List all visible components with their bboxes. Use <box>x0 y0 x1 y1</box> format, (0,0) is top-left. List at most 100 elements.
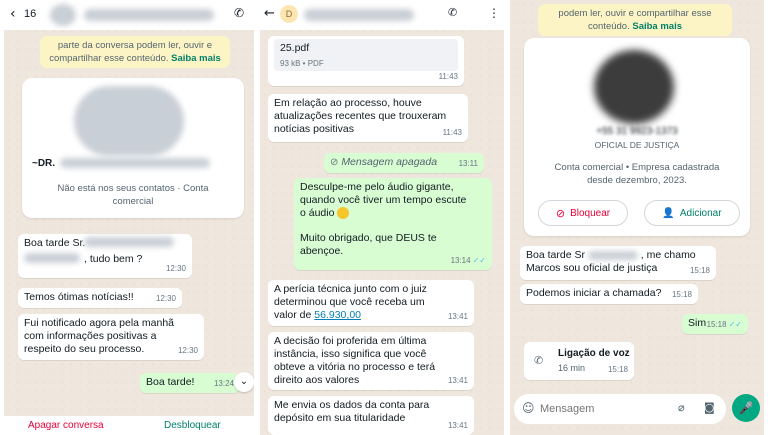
unblock-button[interactable]: Desbloquear <box>164 420 221 431</box>
camera-icon[interactable]: ◙ <box>704 401 715 414</box>
call-duration: 16 min <box>558 363 586 373</box>
message-text: Fui notificado agora pela manhã <box>24 317 175 329</box>
business-profile-card: +55 31 9923-1373 OFICIAL DE JUSTIÇA Cont… <box>524 38 750 236</box>
redacted-name <box>84 237 174 247</box>
message-text: valor de <box>274 309 312 321</box>
contact-card: ~DR. Não está nos seus contatos · Conta … <box>22 78 244 218</box>
file-message[interactable]: 25.pdf 93 kB • PDF 11:43 <box>268 36 464 86</box>
deleted-message[interactable]: ⊘ Mensagem apagada 13:11 <box>324 153 484 173</box>
message-text: Marcos sou oficial de justiça <box>526 262 658 274</box>
more-vert-icon[interactable]: ⋮ <box>488 6 500 20</box>
scroll-down-button[interactable]: ⌄ <box>234 372 254 392</box>
contact-name: ~DR. <box>32 158 56 169</box>
message-text: atualizações recentes que trouxeram <box>274 110 447 122</box>
message-time: 11:43 <box>438 72 458 81</box>
profile-business-info: Conta comercial • Empresa cadastrada <box>554 162 720 173</box>
voice-call-message[interactable]: ✆ Ligação de voz 16 min 15:18 <box>524 342 634 380</box>
message-text: Podemos iniciar a chamada? <box>526 287 662 299</box>
mic-icon: 🎤 <box>738 401 754 415</box>
block-icon: ⊘ <box>555 206 566 220</box>
message-bubble[interactable]: Temos ótimas notícias!! 12:30 <box>18 288 182 308</box>
message-bubble[interactable]: A perícia técnica junto com o juiz deter… <box>268 280 474 326</box>
file-preview[interactable]: 25.pdf 93 kB • PDF <box>274 39 458 71</box>
chat-panel-left: ‹ 16 ✆ parte da conversa podem ler, ouvi… <box>4 0 254 435</box>
contact-photo-redacted <box>74 86 184 156</box>
encryption-banner: podem ler, ouvir e compartilhar esse con… <box>538 4 732 36</box>
mic-button[interactable]: 🎤 <box>732 394 760 422</box>
chat-header: ‹ 16 ✆ <box>4 0 254 30</box>
message-text: direito aos valores <box>274 374 360 386</box>
message-time: 13:41 <box>447 312 468 321</box>
phone-icon[interactable]: ✆ <box>234 6 244 20</box>
message-bubble[interactable]: Em relação ao processo, houve atualizaçõ… <box>268 94 468 142</box>
arrow-left-icon[interactable]: ← <box>264 6 275 21</box>
avatar-letter: D <box>285 9 293 19</box>
message-time: 15:18 <box>607 365 628 374</box>
block-button[interactable]: ⊘ Bloquear <box>538 200 628 226</box>
amount-link[interactable]: 56.930,00 <box>314 309 361 321</box>
message-text-line: o áudio <box>300 207 486 220</box>
avatar[interactable]: D <box>280 5 298 23</box>
chat-panel-middle: ← D ✆ ⋮ 25.pdf 93 kB • PDF 11:43 Em rela… <box>260 0 504 435</box>
message-time: 12:30 <box>177 346 198 355</box>
message-text: Me envia os dados da conta para <box>274 399 430 411</box>
message-text: obteve a vitória no processo e terá <box>274 361 436 373</box>
contact-name-redacted <box>304 9 414 21</box>
message-text: determinou que você receba um <box>274 296 425 308</box>
message-bubble[interactable]: Boa tarde Sr , me chamo Marcos sou ofici… <box>520 246 716 280</box>
message-text: Desculpe-me pelo áudio gigante, <box>300 181 454 193</box>
profile-photo-redacted <box>594 50 674 124</box>
message-time: 12:30 <box>155 294 176 303</box>
message-text: Em relação ao processo, houve <box>274 97 422 109</box>
message-text: instância, isso significa que você <box>274 348 427 360</box>
message-bubble[interactable]: Me envia os dados da conta para depósito… <box>268 396 474 435</box>
message-bubble[interactable]: Desculpe-me pelo áudio gigante, quando v… <box>294 178 492 270</box>
message-time: 13:41 <box>447 421 468 430</box>
attach-icon[interactable]: ⌀ <box>678 401 685 414</box>
message-text: A perícia técnica junto com o juiz <box>274 283 427 295</box>
learn-more-link[interactable]: Saiba mais <box>171 53 221 64</box>
message-text: respeito do seu processo. <box>24 343 145 355</box>
chevron-down-icon: ⌄ <box>239 376 249 387</box>
contact-name-redacted <box>60 158 210 168</box>
add-label: Adicionar <box>679 207 722 219</box>
message-time: 12:30 <box>165 264 186 273</box>
message-bubble[interactable]: Podemos iniciar a chamada? 15:18 <box>520 284 698 304</box>
back-icon[interactable]: ‹ <box>10 6 16 22</box>
chat-panel-right: podem ler, ouvir e compartilhar esse con… <box>510 0 764 435</box>
read-ticks-icon: ✓✓ <box>472 256 486 265</box>
learn-more-link[interactable]: Saiba mais <box>632 21 682 32</box>
message-bubble[interactable]: Boa tarde! 13:24 <box>140 373 240 393</box>
message-time: 15:18 <box>689 266 710 275</box>
add-call-icon[interactable]: ✆ <box>448 6 457 19</box>
message-bubble[interactable]: Sim 15:18 ✓✓ <box>682 314 748 334</box>
message-text-line: Boa tarde Sr , me chamo <box>526 249 710 262</box>
message-text: notícias positivas <box>274 123 354 135</box>
avatar[interactable] <box>50 4 76 26</box>
delete-chat-button[interactable]: Apagar conversa <box>28 420 104 431</box>
message-input[interactable] <box>540 400 660 418</box>
profile-business-since: desde dezembro, 2023. <box>587 175 687 186</box>
add-contact-button[interactable]: 👤 Adicionar <box>644 200 740 226</box>
block-label: Bloquear <box>570 207 611 219</box>
blocked-icon: ⊘ <box>330 157 339 168</box>
message-text: com informações positivas a <box>24 330 157 342</box>
smiling-face-emoji-icon <box>337 207 350 220</box>
unread-count: 16 <box>24 8 37 20</box>
message-input-bar: ☺ ⌀ ◙ <box>514 394 726 424</box>
message-text: o áudio <box>300 207 335 219</box>
profile-phone: +55 31 9923-1373 <box>596 126 678 137</box>
emoji-icon[interactable]: ☺ <box>522 401 535 415</box>
bottom-action-bar: Apagar conversa Desbloquear <box>4 416 254 435</box>
message-bubble[interactable]: A decisão foi proferida em última instân… <box>268 332 474 390</box>
message-bubble[interactable]: Boa tarde Sr. , tudo bem ? 12:30 <box>18 234 192 278</box>
profile-role: OFICIAL DE JUSTIÇA <box>594 140 680 150</box>
redacted-name <box>587 250 638 260</box>
message-time: 13:41 <box>447 376 468 385</box>
missed-call-icon: ✆ <box>534 354 544 367</box>
message-time: 11:43 <box>442 128 462 137</box>
message-text: Mensagem apagada <box>341 156 438 168</box>
message-time: 15:18 ✓✓ <box>706 320 742 329</box>
call-title: Ligação de voz <box>558 348 630 359</box>
message-bubble[interactable]: Fui notificado agora pela manhã com info… <box>18 314 204 360</box>
